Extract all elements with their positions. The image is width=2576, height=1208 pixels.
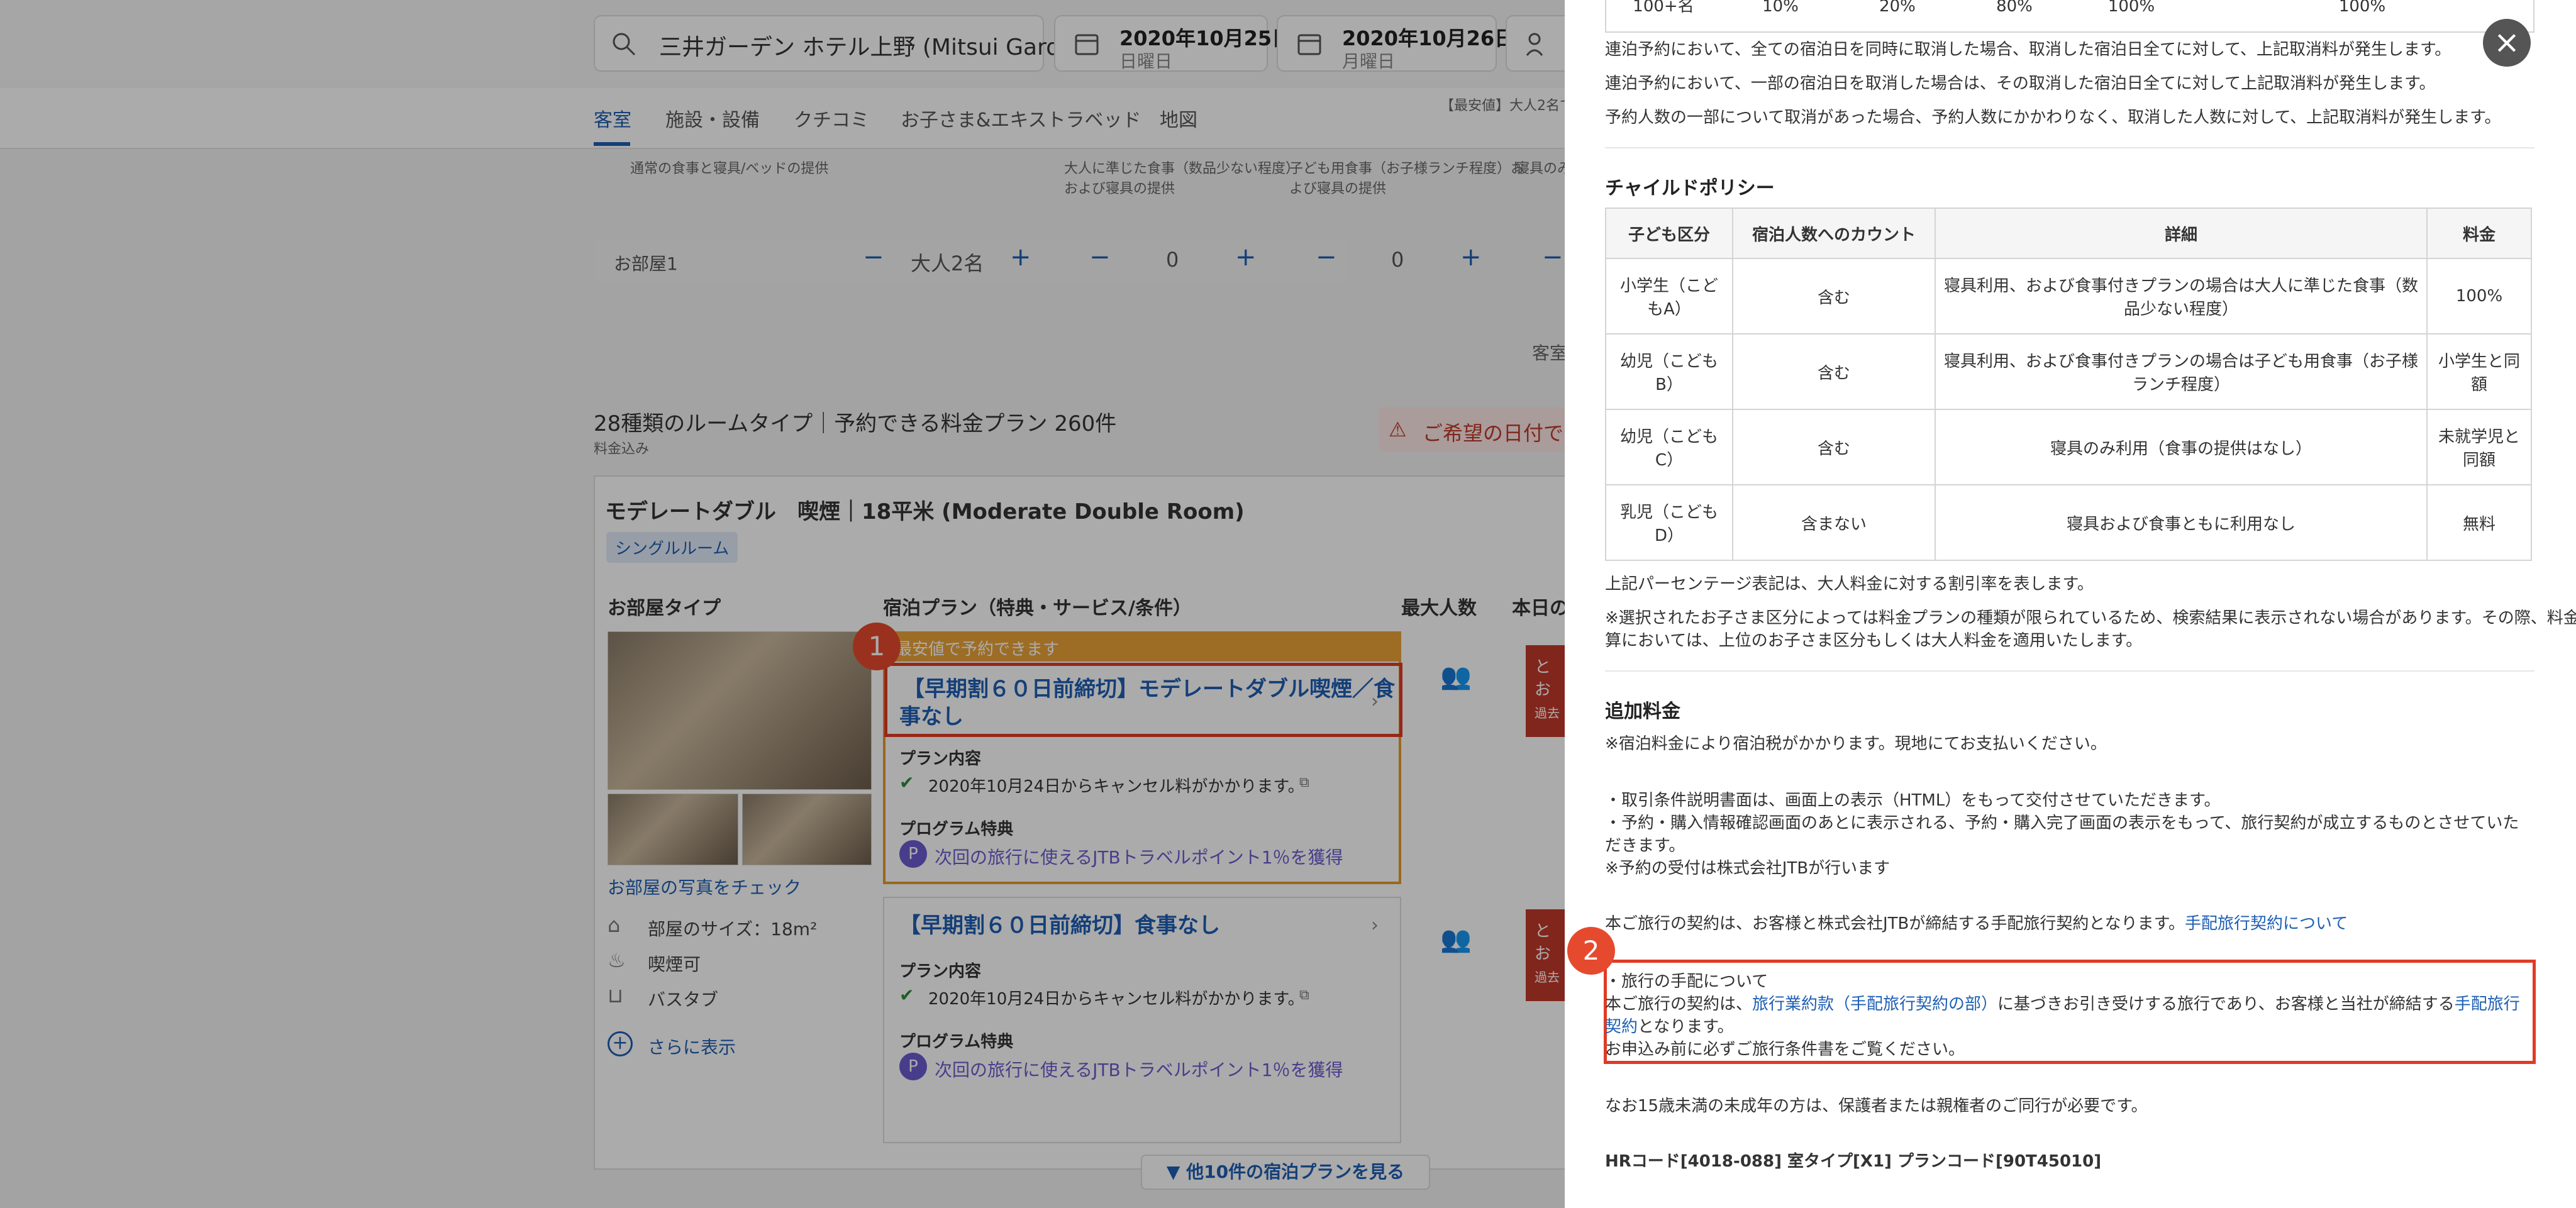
col-child-category: 子ども区分 <box>1605 208 1733 259</box>
divider <box>1605 147 2534 148</box>
arrangement-title: ・旅行の手配について <box>1605 972 1768 991</box>
cancel-fee-cell: 100+名 <box>1633 0 1694 16</box>
contract-text: 本ご旅行の契約は、お客様と株式会社JTBが締結する手配旅行契約となります。手配旅… <box>1605 911 2348 934</box>
table-cell: 寝具利用、および食事付きプランの場合は大人に準じた食事（数品少ない程度） <box>1935 258 2428 335</box>
extra-fee-note: ※宿泊料金により宿泊税がかかります。現地にてお支払いください。 <box>1605 734 2107 753</box>
table-cell: 100% <box>2426 258 2532 335</box>
arrangement-line-2: 契約となります。 <box>1605 1014 1734 1037</box>
contract-text-body: 本ご旅行の契約は、お客様と株式会社JTBが締結する手配旅行契約となります。 <box>1605 914 2185 933</box>
cancel-fee-cell: 10% <box>1762 0 1799 16</box>
terms-note: ※予約の受付は株式会社JTBが行います <box>1605 859 1890 878</box>
cancel-note: 連泊予約において、一部の宿泊日を取消した場合は、その取消した宿泊日全てに対して上… <box>1605 74 2436 93</box>
table-cell: 幼児（こどもB） <box>1605 333 1733 410</box>
table-row: 幼児（こどもC） 含む 寝具のみ利用（食事の提供はなし） 未就学児と同額 <box>1605 409 2532 485</box>
arrangement-text: に基づきお引き受けする旅行であり、お客様と当社が締結する <box>1997 995 2455 1014</box>
cancel-note: 連泊予約において、全ての宿泊日を同時に取消した場合、取消した宿泊日全てに対して、… <box>1605 40 2451 59</box>
table-cell: 含まない <box>1732 484 1936 561</box>
table-cell: 含む <box>1732 409 1936 485</box>
arrangement-text: となります。 <box>1638 1017 1734 1036</box>
arrangement-text: 本ご旅行の契約は、 <box>1605 995 1753 1014</box>
minor-guest-note: なお15歳未満の未成年の方は、保護者または親権者のご同行が必要です。 <box>1605 1097 2148 1116</box>
table-cell: 幼児（こどもC） <box>1605 409 1733 485</box>
table-row: 幼児（こどもB） 含む 寝具利用、および食事付きプランの場合は子ども用食事（お子… <box>1605 333 2532 410</box>
cancel-note: 予約人数の一部について取消があった場合、予約人数にかかわりなく、取消した人数に対… <box>1605 108 2501 127</box>
arrangement-line-1: 本ご旅行の契約は、旅行業約款（手配旅行契約の部）に基づきお引き受けする旅行であり… <box>1605 991 2520 1014</box>
cancel-fee-cell: 20% <box>1879 0 1916 16</box>
modal-backdrop[interactable] <box>0 0 1565 1208</box>
table-row: 乳児（こどもD） 含まない 寝具および食事ともに利用なし 無料 <box>1605 484 2532 561</box>
terms-note: だきます。 <box>1605 836 1685 855</box>
arrangement-note: お申込み前に必ずご旅行条件書をご覧ください。 <box>1605 1040 1965 1059</box>
child-category-note: ※選択されたお子さま区分によっては料金プランの種類が限られているため、検索結果に… <box>1605 609 2576 628</box>
table-cell: 含む <box>1732 333 1936 410</box>
terms-link[interactable]: 旅行業約款（手配旅行契約の部） <box>1752 995 1997 1014</box>
child-policy-title: チャイルドポリシー <box>1605 177 1775 199</box>
plan-detail-panel: 100+名 10% 20% 80% 100% 100% 連泊予約において、全ての… <box>1565 0 2576 1208</box>
table-cell: 寝具および食事ともに利用なし <box>1935 484 2428 561</box>
cancel-fee-cell: 80% <box>1996 0 2033 16</box>
terms-note: ・取引条件説明書面は、画面上の表示（HTML）をもって交付させていただきます。 <box>1605 791 2221 810</box>
arrangement-contract-link[interactable]: 手配旅行 <box>2455 995 2520 1014</box>
arrangement-contract-link[interactable]: 契約 <box>1605 1017 1638 1036</box>
contract-link[interactable]: 手配旅行契約について <box>2185 914 2348 933</box>
terms-note: ・予約・購入情報確認画面のあとに表示される、予約・購入完了画面の表示をもって、旅… <box>1605 814 2519 833</box>
table-cell: 小学生（こどもA） <box>1605 258 1733 335</box>
percentage-note: 上記パーセンテージ表記は、大人料金に対する割引率を表します。 <box>1605 575 2094 594</box>
cancel-fee-cell: 100% <box>2338 0 2386 16</box>
table-cell: 乳児（こどもD） <box>1605 484 1733 561</box>
extra-fee-title: 追加料金 <box>1605 701 1680 723</box>
hr-code: HRコード[4018-088] 室タイプ[X1] プランコード[90T45010… <box>1605 1152 2102 1171</box>
table-cell: 無料 <box>2426 484 2532 561</box>
divider <box>1605 670 2534 672</box>
annotation-badge-2: 2 <box>1567 927 1615 975</box>
table-cell: 未就学児と同額 <box>2426 409 2532 485</box>
close-button[interactable]: × <box>2483 19 2531 67</box>
table-row: 小学生（こどもA） 含む 寝具利用、および食事付きプランの場合は大人に準じた食事… <box>1605 258 2532 335</box>
table-cell: 寝具のみ利用（食事の提供はなし） <box>1935 409 2428 485</box>
col-details: 詳細 <box>1935 208 2428 259</box>
table-cell: 小学生と同額 <box>2426 333 2532 410</box>
col-guest-count: 宿泊人数へのカウント <box>1732 208 1936 259</box>
table-header-row: 子ども区分 宿泊人数へのカウント 詳細 料金 <box>1605 208 2532 259</box>
cancel-fee-cell: 100% <box>2107 0 2155 16</box>
table-cell: 含む <box>1732 258 1936 335</box>
table-cell: 寝具利用、および食事付きプランの場合は子ども用食事（お子様ランチ程度） <box>1935 333 2428 410</box>
child-category-note-2: 算においては、上位のお子さま区分もしくは大人料金を適用いたします。 <box>1605 631 2143 650</box>
col-price: 料金 <box>2426 208 2532 259</box>
child-policy-table: 子ども区分 宿泊人数へのカウント 詳細 料金 小学生（こどもA） 含む 寝具利用… <box>1605 208 2532 561</box>
